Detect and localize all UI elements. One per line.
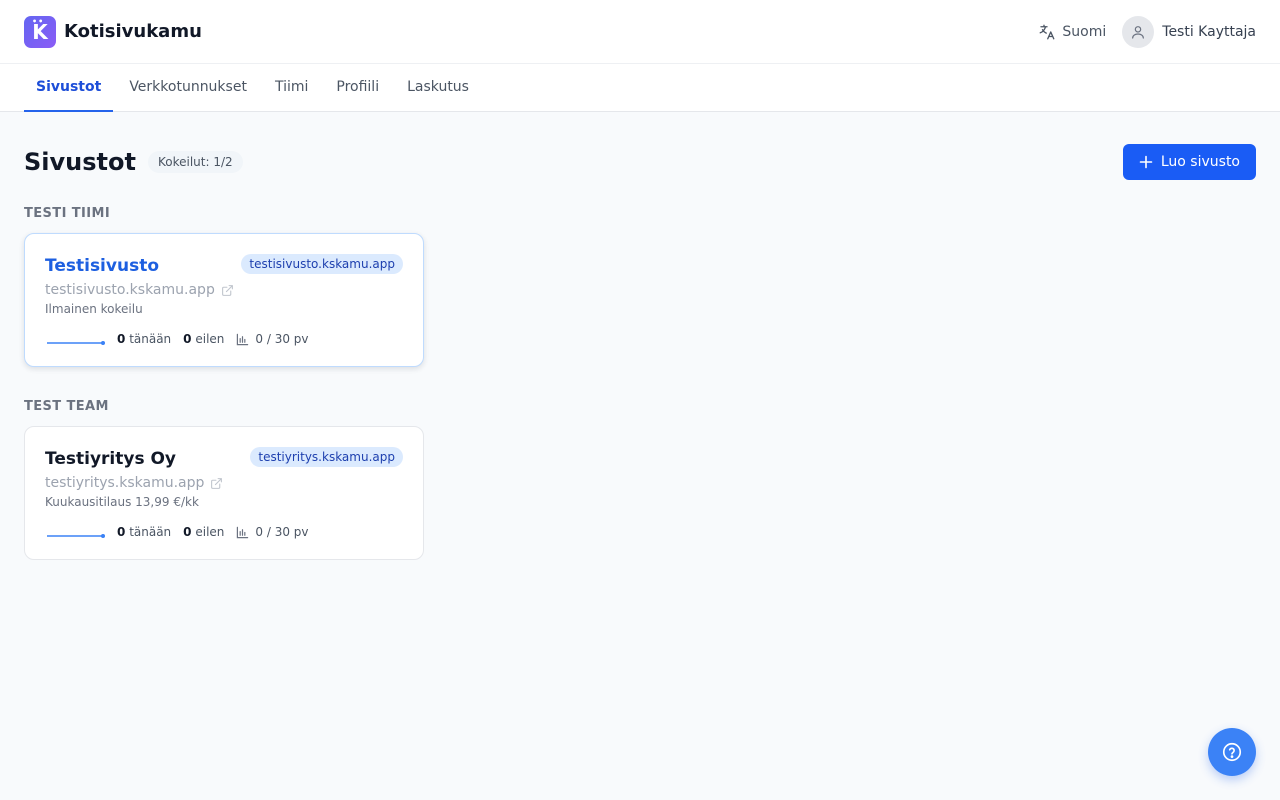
translate-icon bbox=[1039, 24, 1055, 39]
title-wrap: Sivustot Kokeilut: 1/2 bbox=[24, 148, 243, 176]
tab-laskutus[interactable]: Laskutus bbox=[395, 64, 481, 112]
team-label: TEST TEAM bbox=[24, 399, 109, 414]
stat-today: 0 tänään bbox=[117, 525, 171, 539]
yesterday-count: 0 bbox=[183, 525, 192, 539]
card-header: Testisivusto testisivusto.kskamu.app bbox=[45, 254, 403, 276]
stat-yesterday: 0 eilen bbox=[183, 525, 224, 539]
site-card[interactable]: Testiyritys Oy testiyritys.kskamu.app te… bbox=[24, 426, 424, 560]
plan-label: Ilmainen kokeilu bbox=[45, 302, 143, 316]
tab-verkkotunnukset[interactable]: Verkkotunnukset bbox=[117, 64, 259, 112]
visitor-stats: 0 tänään 0 eilen 0 / 30 pv bbox=[45, 525, 403, 539]
today-label: tänään bbox=[129, 332, 172, 346]
tab-profiili[interactable]: Profiili bbox=[324, 64, 391, 112]
today-count: 0 bbox=[117, 525, 126, 539]
site-url: testiyritys.kskamu.app bbox=[45, 475, 205, 491]
stat-yesterday: 0 eilen bbox=[183, 332, 224, 346]
site-name[interactable]: Testisivusto bbox=[45, 256, 159, 276]
stat-today: 0 tänään bbox=[117, 332, 171, 346]
page-header: Sivustot Kokeilut: 1/2 Luo sivusto bbox=[24, 144, 1256, 180]
user-name: Testi Kayttaja bbox=[1162, 23, 1256, 40]
today-label: tänään bbox=[129, 525, 172, 539]
external-link-icon bbox=[221, 284, 233, 296]
main-content: Sivustot Kokeilut: 1/2 Luo sivusto TESTI… bbox=[0, 144, 1280, 560]
main-tabs: Sivustot Verkkotunnukset Tiimi Profiili … bbox=[0, 64, 1280, 112]
yesterday-count: 0 bbox=[183, 332, 192, 346]
page-title: Sivustot bbox=[24, 148, 136, 176]
help-button[interactable] bbox=[1208, 728, 1256, 776]
plus-icon bbox=[1139, 155, 1153, 169]
period-label: 0 / 30 pv bbox=[255, 525, 309, 539]
tab-tiimi[interactable]: Tiimi bbox=[263, 64, 320, 112]
yesterday-label: eilen bbox=[195, 525, 225, 539]
user-icon bbox=[1132, 25, 1145, 39]
yesterday-label: eilen bbox=[195, 332, 225, 346]
domain-chip[interactable]: testisivusto.kskamu.app bbox=[241, 254, 403, 274]
help-circle-icon bbox=[1222, 742, 1242, 762]
bar-chart-icon bbox=[237, 333, 249, 345]
visitor-stats: 0 tänään 0 eilen 0 / 30 pv bbox=[45, 332, 403, 346]
site-url-link[interactable]: testiyritys.kskamu.app bbox=[45, 475, 403, 491]
top-right-controls: Suomi Testi Kayttaja bbox=[1038, 15, 1256, 48]
site-card[interactable]: Testisivusto testisivusto.kskamu.app tes… bbox=[24, 233, 424, 367]
language-switcher[interactable]: Suomi bbox=[1038, 23, 1106, 41]
card-header: Testiyritys Oy testiyritys.kskamu.app bbox=[45, 447, 403, 469]
plan-label: Kuukausitilaus 13,99 €/kk bbox=[45, 495, 199, 509]
site-name[interactable]: Testiyritys Oy bbox=[45, 449, 176, 469]
stat-period: 0 / 30 pv bbox=[236, 332, 309, 346]
external-link-icon bbox=[211, 477, 223, 489]
logo-dots-icon: •• bbox=[32, 16, 45, 26]
app-name: Kotisivukamu bbox=[64, 21, 202, 42]
stat-period: 0 / 30 pv bbox=[236, 525, 309, 539]
language-label: Suomi bbox=[1062, 23, 1107, 40]
domain-chip[interactable]: testiyritys.kskamu.app bbox=[250, 447, 403, 467]
avatar bbox=[1122, 15, 1155, 48]
app-logo: •• K bbox=[24, 15, 56, 48]
period-label: 0 / 30 pv bbox=[255, 332, 309, 346]
today-count: 0 bbox=[117, 332, 126, 346]
create-site-button[interactable]: Luo sivusto bbox=[1122, 144, 1256, 180]
bar-chart-icon bbox=[237, 526, 249, 538]
user-menu[interactable]: Testi Kayttaja bbox=[1122, 15, 1256, 48]
sparkline bbox=[47, 341, 105, 345]
sparkline bbox=[47, 534, 105, 538]
top-bar: •• K Kotisivukamu Suomi Testi Kayttaja bbox=[0, 0, 1280, 64]
team-label: TESTI TIIMI bbox=[24, 206, 111, 221]
brand[interactable]: •• K Kotisivukamu bbox=[24, 15, 202, 48]
trial-badge: Kokeilut: 1/2 bbox=[147, 151, 243, 173]
site-url-link[interactable]: testisivusto.kskamu.app bbox=[45, 282, 403, 298]
create-site-label: Luo sivusto bbox=[1160, 154, 1240, 170]
site-url: testisivusto.kskamu.app bbox=[45, 282, 215, 298]
tab-sivustot[interactable]: Sivustot bbox=[24, 64, 114, 112]
